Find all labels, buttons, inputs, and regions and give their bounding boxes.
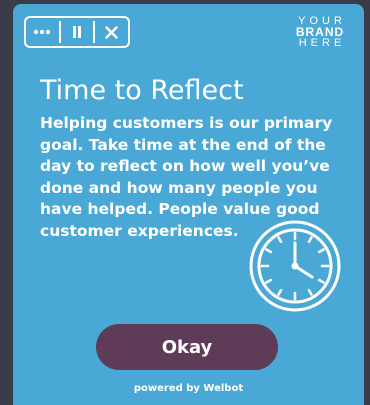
more-button[interactable]	[26, 18, 59, 46]
clock-icon	[249, 220, 341, 312]
powered-by-label: powered by Welbot	[133, 383, 244, 394]
brand-line: HERE	[298, 37, 346, 49]
more-dots-icon	[34, 29, 51, 35]
pause-icon	[73, 26, 81, 38]
card-title: Time to Reflect	[40, 75, 244, 106]
pause-button[interactable]	[61, 18, 94, 46]
close-button[interactable]	[95, 18, 128, 46]
brand-logo: YOUR BRAND HERE	[290, 16, 350, 49]
okay-button[interactable]: Okay	[96, 324, 278, 370]
close-icon	[105, 25, 118, 39]
card-toolbar	[24, 16, 130, 48]
notification-card: YOUR BRAND HERE Time to Reflect Helping …	[13, 4, 364, 405]
